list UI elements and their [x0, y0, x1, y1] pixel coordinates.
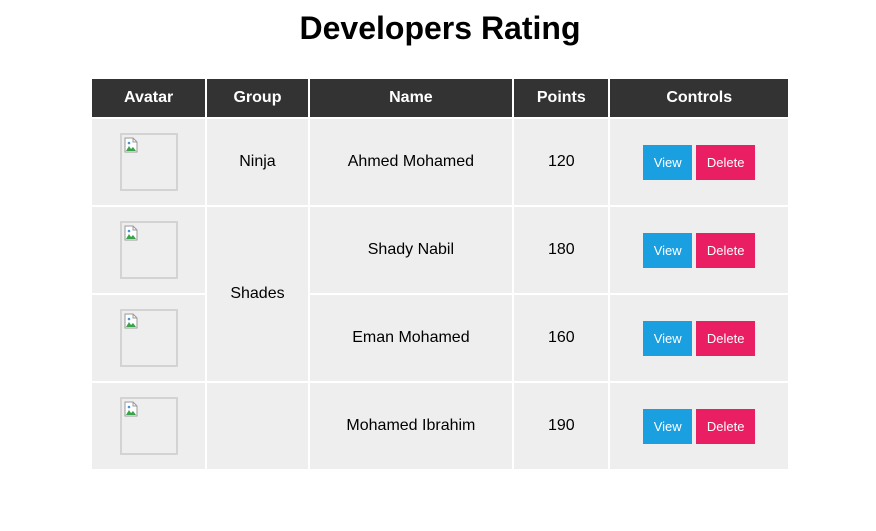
header-controls: Controls — [610, 79, 788, 117]
avatar — [119, 133, 178, 191]
avatar — [119, 221, 178, 279]
avatar — [119, 397, 178, 455]
page: Developers Rating Avatar Group Name Poin… — [0, 0, 876, 531]
delete-button[interactable]: Delete — [696, 408, 756, 444]
points-cell: 190 — [514, 383, 609, 469]
points-cell: 120 — [514, 119, 609, 205]
name-cell: Shady Nabil — [309, 207, 513, 293]
header-group: Group — [207, 79, 308, 117]
avatar-cell — [92, 295, 206, 381]
delete-button[interactable]: Delete — [696, 144, 756, 180]
broken-image-icon — [124, 137, 138, 153]
delete-button[interactable]: Delete — [696, 232, 756, 268]
developers-table: Avatar Group Name Points Controls Ninja … — [90, 77, 790, 471]
controls-cell: View Delete — [610, 207, 788, 293]
name-cell: Mohamed Ibrahim — [309, 383, 513, 469]
controls-cell: View Delete — [610, 383, 788, 469]
points-cell: 160 — [514, 295, 609, 381]
header-avatar: Avatar — [92, 79, 206, 117]
controls-cell: View Delete — [610, 119, 788, 205]
header-name: Name — [309, 79, 513, 117]
broken-image-icon — [124, 313, 138, 329]
points-cell: 180 — [514, 207, 609, 293]
table-header-row: Avatar Group Name Points Controls — [92, 79, 788, 117]
broken-image-icon — [124, 225, 138, 241]
name-cell: Ahmed Mohamed — [309, 119, 513, 205]
broken-image-icon — [124, 401, 138, 417]
delete-button[interactable]: Delete — [696, 320, 756, 356]
group-cell: Ninja — [207, 119, 308, 205]
header-points: Points — [514, 79, 609, 117]
view-button[interactable]: View — [643, 320, 693, 356]
table-row: Ninja Ahmed Mohamed 120 View Delete — [92, 119, 788, 205]
controls-cell: View Delete — [610, 295, 788, 381]
view-button[interactable]: View — [643, 144, 693, 180]
table-row: Eman Mohamed 160 View Delete — [92, 295, 788, 381]
name-cell: Eman Mohamed — [309, 295, 513, 381]
avatar-cell — [92, 207, 206, 293]
avatar-cell — [92, 119, 206, 205]
group-cell: Shades — [207, 207, 308, 381]
avatar — [119, 309, 178, 367]
view-button[interactable]: View — [643, 232, 693, 268]
avatar-cell — [92, 383, 206, 469]
table-row: Shades Shady Nabil 180 View Delete — [92, 207, 788, 381]
view-button[interactable]: View — [643, 408, 693, 444]
table-row: Mohamed Ibrahim 190 View Delete — [92, 383, 788, 469]
group-cell — [207, 383, 308, 469]
page-title: Developers Rating — [299, 10, 581, 46]
